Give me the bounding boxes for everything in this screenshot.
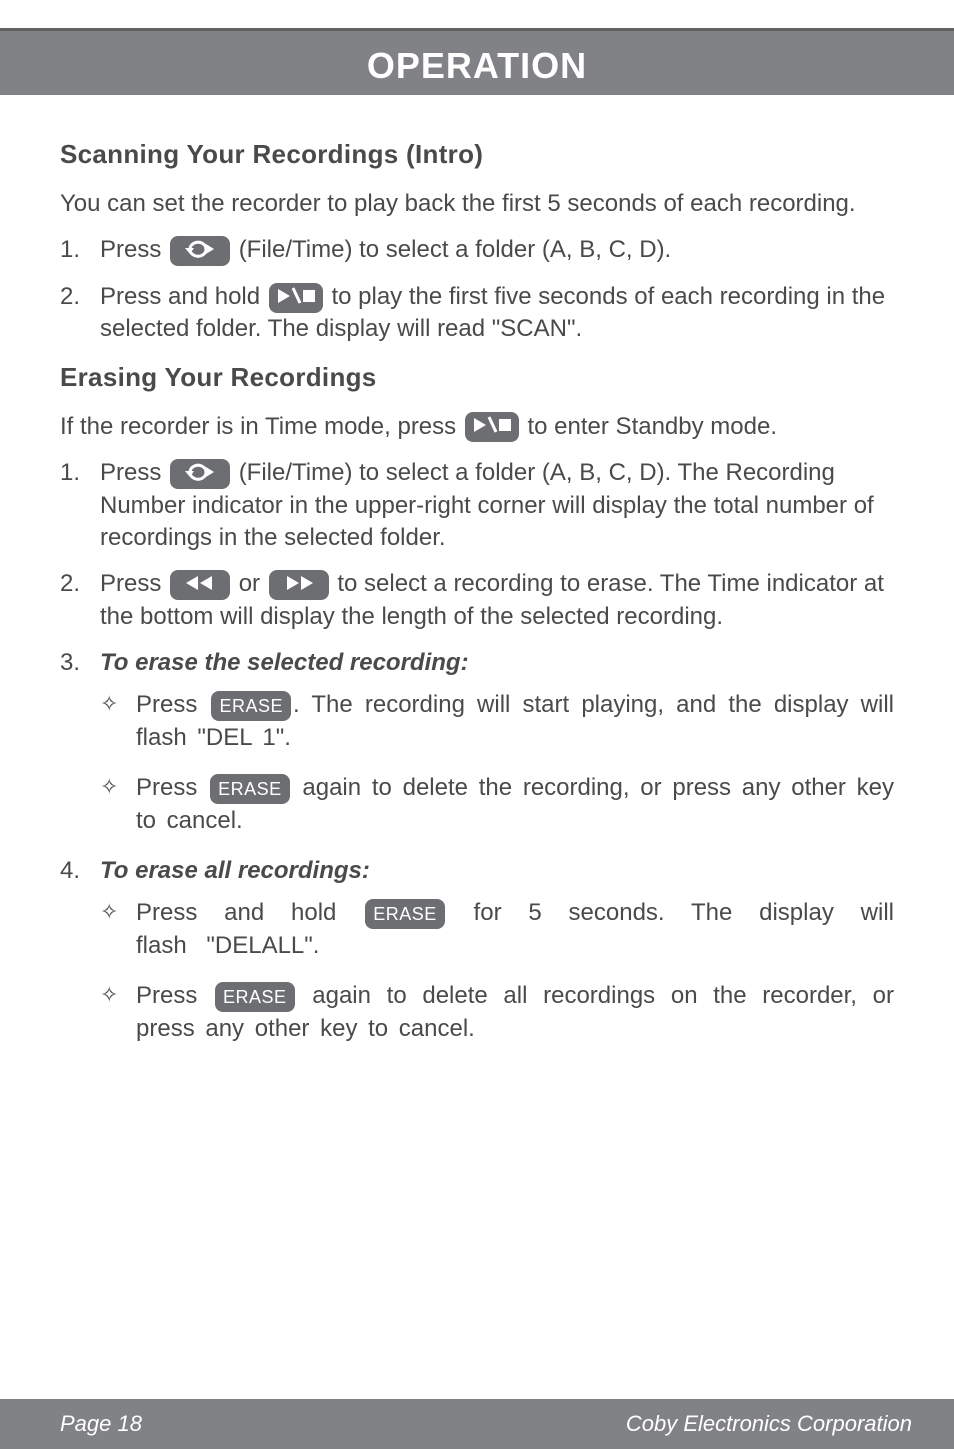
erasing-intro-b: to enter Standby mode. [528,413,778,440]
page-body: OPERATION Scanning Your Recordings (Intr… [0,0,954,1399]
erase-button-icon: ERASE [215,982,295,1012]
content-area: Scanning Your Recordings (Intro) You can… [0,95,954,1045]
erase-step-3: To erase the selected recording: Press E… [60,647,894,837]
erase-step-4-s2: Press ERASE again to delete all recordin… [100,980,894,1045]
erasing-intro-a: If the recorder is in Time mode, press [60,413,463,440]
heading-scanning: Scanning Your Recordings (Intro) [60,137,894,172]
erase-step-4-s1a: Press and hold [136,899,363,926]
erase-step-4: To erase all recordings: Press and hold … [60,855,894,1045]
scan-step-2: Press and hold to play the first five se… [60,281,894,346]
play-stop-icon [465,412,519,442]
erase-button-icon: ERASE [365,899,445,929]
section-title: OPERATION [367,45,587,86]
page-footer: Page 18 Coby Electronics Corporation [0,1399,954,1449]
erase-step-3-title: To erase the selected recording: [100,649,469,676]
top-margin [0,0,954,28]
scan-step-1a: Press [100,236,168,263]
erase-step-3-s1: Press ERASE. The recording will start pl… [100,689,894,754]
erase-step-1: Press (File/Time) to select a folder (A,… [60,457,894,554]
fast-forward-icon [269,570,329,600]
erase-step-4-sub: Press and hold ERASE for 5 seconds. The … [100,897,894,1045]
erase-step-2: Press or to select a recording to erase.… [60,568,894,633]
erase-step-3-sub: Press ERASE. The recording will start pl… [100,689,894,837]
scan-step-1: Press (File/Time) to select a folder (A,… [60,234,894,266]
erase-step-3-s1a: Press [136,691,209,718]
rewind-icon [170,570,230,600]
erase-step-2a: Press [100,570,168,597]
erasing-intro: If the recorder is in Time mode, press t… [60,411,894,443]
erase-button-icon: ERASE [210,774,290,804]
footer-company: Coby Electronics Corporation [626,1411,912,1437]
erase-step-3-s2: Press ERASE again to delete the recordin… [100,772,894,837]
scan-step-2a: Press and hold [100,283,267,310]
erase-button-icon: ERASE [211,691,291,721]
scanning-steps: Press (File/Time) to select a folder (A,… [60,234,894,345]
erase-step-4-s2a: Press [136,982,213,1009]
erasing-steps: Press (File/Time) to select a folder (A,… [60,457,894,1045]
scanning-intro: You can set the recorder to play back th… [60,188,894,220]
heading-erasing: Erasing Your Recordings [60,360,894,395]
erase-step-4-s1: Press and hold ERASE for 5 seconds. The … [100,897,894,962]
play-stop-icon [269,283,323,313]
erase-step-3-s2a: Press [136,774,208,801]
page-number: Page 18 [60,1411,142,1437]
file-time-icon [170,459,230,489]
erase-step-1a: Press [100,459,168,486]
file-time-icon [170,236,230,266]
erase-step-4-title: To erase all recordings: [100,857,370,884]
section-title-bar: OPERATION [0,28,954,95]
scan-step-1b: (File/Time) to select a folder (A, B, C,… [239,236,672,263]
erase-step-2or: or [239,570,267,597]
